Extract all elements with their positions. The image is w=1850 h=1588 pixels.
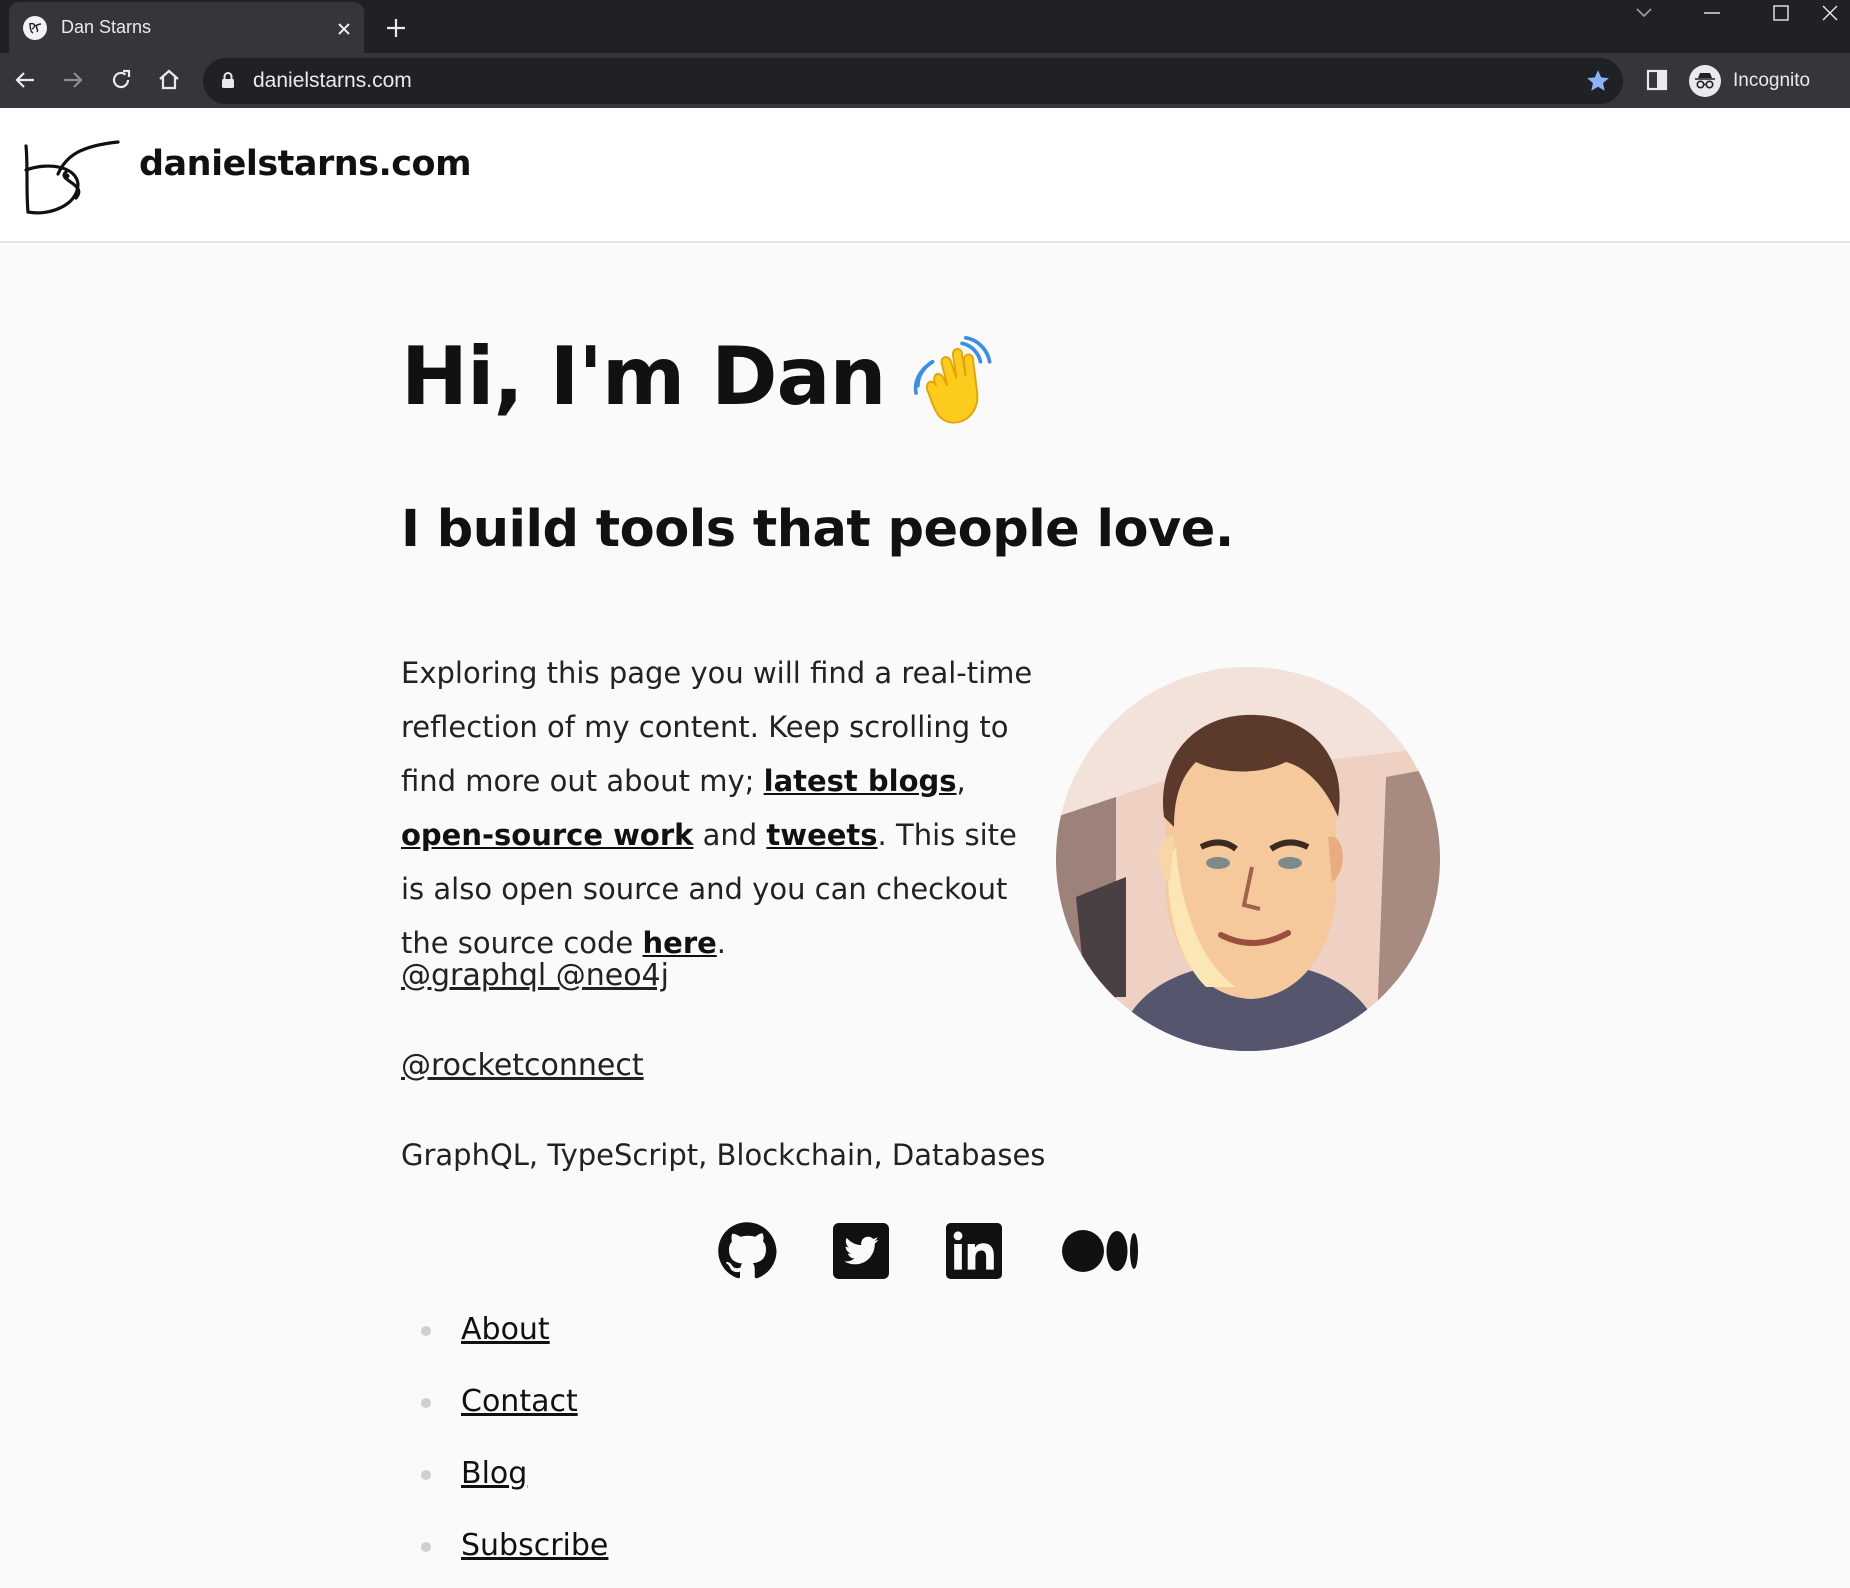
tab-title: Dan Starns (61, 17, 152, 37)
intro-separator: and (693, 818, 767, 852)
profile-label: Incognito (1733, 70, 1811, 91)
tab-close-icon[interactable] (324, 14, 364, 42)
incognito-profile-button[interactable]: Incognito (1684, 58, 1826, 104)
site-header: danielstarns.com (0, 108, 1850, 243)
bullet (421, 1542, 431, 1552)
medium-icon[interactable] (1060, 1220, 1140, 1282)
favicon-icon (23, 15, 47, 40)
new-tab-button[interactable] (380, 8, 412, 46)
bullet (421, 1398, 431, 1408)
open-source-link[interactable]: open-source work (401, 818, 693, 852)
work-handles-link[interactable]: @graphql @neo4j (401, 958, 669, 993)
back-icon[interactable] (8, 63, 42, 97)
latest-blogs-link[interactable]: latest blogs (764, 764, 957, 798)
forward-icon[interactable] (56, 63, 90, 97)
incognito-icon (1689, 65, 1721, 97)
reload-icon[interactable] (104, 63, 138, 97)
nav-link-contact[interactable]: Contact (461, 1384, 578, 1419)
nav-link-blog[interactable]: Blog (461, 1456, 527, 1491)
browser-tabstrip: Dan Starns (0, 0, 1850, 53)
url-text: danielstarns.com (253, 69, 412, 92)
tab-search-icon[interactable] (1614, 0, 1674, 26)
source-code-link[interactable]: here (643, 926, 717, 960)
intro-paragraph: Exploring this page you will find a real… (401, 646, 1041, 970)
tagline: I build tools that people love. (401, 500, 1234, 559)
address-bar[interactable]: danielstarns.com (203, 58, 1623, 104)
bookmark-star-icon[interactable] (1585, 68, 1611, 98)
company-handle-link[interactable]: @rocketconnect (401, 1048, 644, 1083)
bullet (421, 1470, 431, 1480)
intro-text: . (716, 926, 727, 960)
side-panel-icon[interactable] (1640, 63, 1674, 97)
maximize-icon[interactable] (1751, 0, 1811, 26)
browser-toolbar: danielstarns.com Incognito (0, 53, 1850, 108)
avatar (1056, 667, 1440, 1051)
nav-link-subscribe[interactable]: Subscribe (461, 1528, 608, 1563)
minimize-icon[interactable] (1682, 0, 1742, 26)
page-title: Hi, I'm Dan (401, 330, 886, 423)
github-icon[interactable] (716, 1220, 778, 1282)
twitter-icon[interactable] (830, 1220, 892, 1282)
site-name[interactable]: danielstarns.com (139, 144, 472, 184)
lock-icon[interactable] (221, 71, 235, 93)
bullet (421, 1326, 431, 1336)
browser-tab[interactable]: Dan Starns (9, 2, 364, 53)
tweets-link[interactable]: tweets (766, 818, 877, 852)
intro-separator: , (956, 764, 966, 798)
signature-logo[interactable] (18, 136, 123, 216)
close-window-icon[interactable] (1810, 0, 1850, 26)
home-icon[interactable] (152, 63, 186, 97)
linkedin-icon[interactable] (943, 1220, 1005, 1282)
interests-text: GraphQL, TypeScript, Blockchain, Databas… (401, 1138, 1046, 1172)
waving-hand-icon (913, 336, 992, 424)
nav-link-about[interactable]: About (461, 1312, 550, 1347)
